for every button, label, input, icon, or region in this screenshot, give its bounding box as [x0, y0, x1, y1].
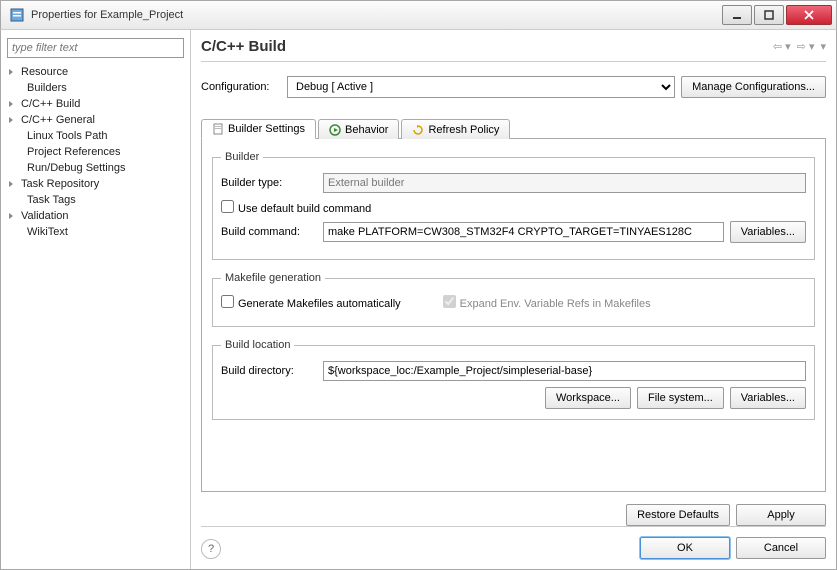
build-dir-variables-button[interactable]: Variables...	[730, 387, 806, 409]
apply-button[interactable]: Apply	[736, 504, 826, 526]
tree-item-run-debug[interactable]: Run/Debug Settings	[7, 160, 184, 176]
builder-type-label: Builder type:	[221, 177, 317, 189]
tree-item-project-refs[interactable]: Project References	[7, 144, 184, 160]
tree-item-ccpp-general[interactable]: C/C++ General	[7, 112, 184, 128]
build-directory-label: Build directory:	[221, 365, 317, 377]
build-directory-input[interactable]	[323, 361, 806, 381]
minimize-button[interactable]	[722, 5, 752, 25]
builder-type-select	[323, 173, 806, 193]
build-location-group: Build location Build directory: Workspac…	[212, 339, 815, 420]
configuration-select[interactable]: Debug [ Active ]	[287, 76, 675, 98]
tree-item-task-repo[interactable]: Task Repository	[7, 176, 184, 192]
title-bar: Properties for Example_Project	[0, 0, 837, 30]
expand-env-refs: Expand Env. Variable Refs in Makefiles	[443, 294, 651, 310]
app-icon	[9, 7, 25, 23]
sidebar: Resource Builders C/C++ Build C/C++ Gene…	[1, 30, 191, 569]
build-command-input[interactable]	[323, 222, 724, 242]
filter-input[interactable]	[7, 38, 184, 58]
configuration-label: Configuration:	[201, 81, 281, 93]
nav-menu-icon[interactable]: ▾	[820, 40, 826, 53]
nav-tree: Resource Builders C/C++ Build C/C++ Gene…	[7, 64, 184, 240]
window-title: Properties for Example_Project	[31, 9, 720, 21]
use-default-build-cmd-checkbox[interactable]	[221, 200, 234, 213]
tree-item-task-tags[interactable]: Task Tags	[7, 192, 184, 208]
maximize-button[interactable]	[754, 5, 784, 25]
tree-item-linux-tools[interactable]: Linux Tools Path	[7, 128, 184, 144]
page-title: C/C++ Build	[201, 38, 773, 55]
build-command-label: Build command:	[221, 226, 317, 238]
manage-configurations-button[interactable]: Manage Configurations...	[681, 76, 826, 98]
tab-behavior[interactable]: Behavior	[318, 119, 399, 139]
restore-defaults-button[interactable]: Restore Defaults	[626, 504, 730, 526]
expand-env-refs-checkbox	[443, 295, 456, 308]
tree-item-resource[interactable]: Resource	[7, 64, 184, 80]
tree-item-validation[interactable]: Validation	[7, 208, 184, 224]
gear-run-icon	[329, 124, 341, 136]
close-button[interactable]	[786, 5, 832, 25]
ok-button[interactable]: OK	[640, 537, 730, 559]
help-icon[interactable]: ?	[201, 539, 221, 559]
generate-makefiles[interactable]: Generate Makefiles automatically	[221, 294, 401, 310]
tab-refresh-policy[interactable]: Refresh Policy	[401, 119, 510, 139]
document-icon	[212, 123, 224, 135]
builder-group: Builder Builder type: Use default build …	[212, 151, 815, 260]
nav-forward-icon[interactable]: ⇨ ▾	[797, 40, 815, 53]
workspace-button[interactable]: Workspace...	[545, 387, 631, 409]
use-default-build-cmd[interactable]: Use default build command	[221, 199, 371, 215]
tree-item-wikitext[interactable]: WikiText	[7, 224, 184, 240]
file-system-button[interactable]: File system...	[637, 387, 724, 409]
makefile-group: Makefile generation Generate Makefiles a…	[212, 272, 815, 327]
tree-item-builders[interactable]: Builders	[7, 80, 184, 96]
tree-item-ccpp-build[interactable]: C/C++ Build	[7, 96, 184, 112]
cancel-button[interactable]: Cancel	[736, 537, 826, 559]
build-command-variables-button[interactable]: Variables...	[730, 221, 806, 243]
refresh-icon	[412, 124, 424, 136]
nav-back-icon[interactable]: ⇦ ▾	[773, 40, 791, 53]
generate-makefiles-checkbox[interactable]	[221, 295, 234, 308]
tab-builder-settings[interactable]: Builder Settings	[201, 119, 316, 139]
